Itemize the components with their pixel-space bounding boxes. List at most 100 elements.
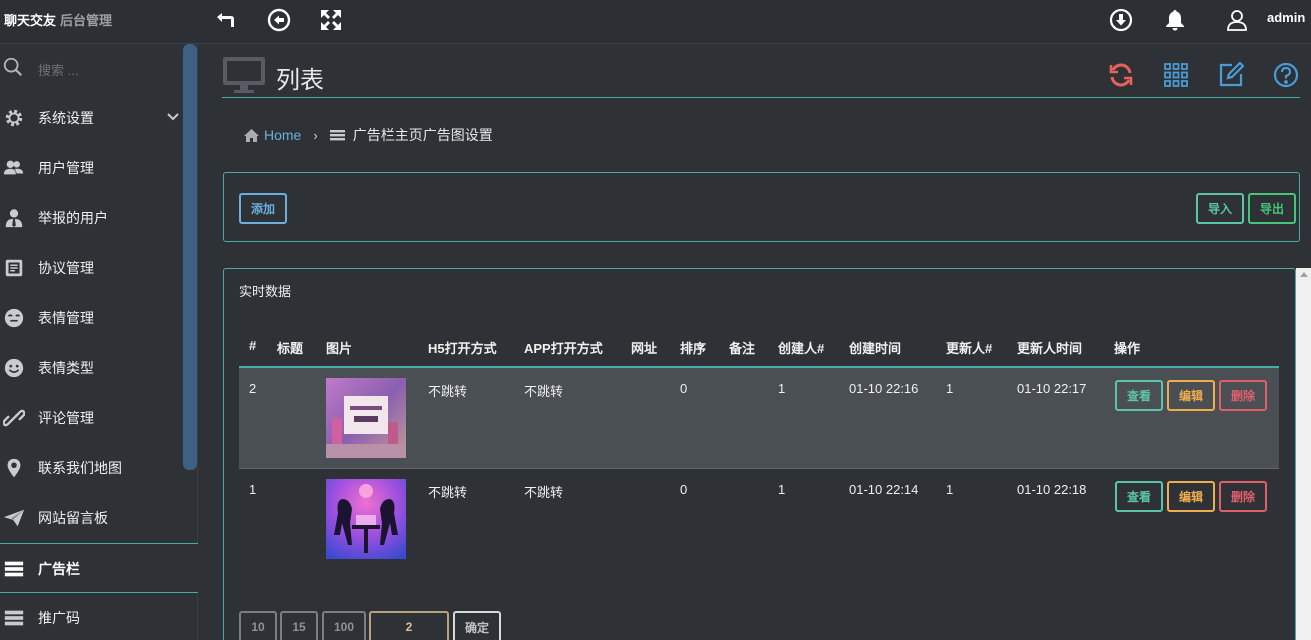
view-button[interactable]: 查看 xyxy=(1115,481,1163,512)
emoji-type-icon xyxy=(1,355,27,381)
top-bar: 聊天交友 后台管理 admin xyxy=(0,0,1311,44)
cell-h5-open: 不跳转 xyxy=(428,485,468,500)
sidebar-scrollbar[interactable] xyxy=(183,44,197,470)
page-size-100[interactable]: 100 xyxy=(322,611,366,640)
back-arrow-icon[interactable] xyxy=(210,5,240,35)
sidebar-item-label: 用户管理 xyxy=(38,160,94,176)
column-header[interactable]: 创建时间 xyxy=(849,338,901,357)
sidebar-item-label: 协议管理 xyxy=(38,260,94,276)
grid-icon[interactable] xyxy=(1163,62,1193,92)
scroll-up-arrow-icon[interactable] xyxy=(1300,272,1308,277)
column-header[interactable]: 网址 xyxy=(631,338,657,357)
sidebar: 搜索 ... 系统设置 用户管理 举报的用户 协议管理 表情管理 表情类型 评论… xyxy=(0,44,198,640)
sidebar-item-system-settings[interactable]: 系统设置 xyxy=(0,93,182,143)
user-tie-icon xyxy=(1,205,27,231)
breadcrumb: Home › 广告栏主页广告图设置 xyxy=(243,125,493,145)
page-number-input[interactable]: 2 xyxy=(369,611,449,640)
brand: 聊天交友 后台管理 xyxy=(4,10,112,29)
sidebar-item-promo-code[interactable]: 推广码 xyxy=(0,593,182,640)
sidebar-item-label: 系统设置 xyxy=(38,110,94,126)
breadcrumb-arrow: › xyxy=(313,127,318,143)
list-icon xyxy=(1,556,27,582)
circle-back-icon[interactable] xyxy=(264,5,294,35)
download-icon[interactable] xyxy=(1106,5,1136,35)
refresh-icon[interactable] xyxy=(1108,62,1138,92)
cell-id: 2 xyxy=(249,381,257,396)
user-icon[interactable] xyxy=(1222,5,1252,35)
search-icon xyxy=(3,57,23,77)
paper-plane-icon xyxy=(1,505,27,531)
column-header[interactable]: 更新人# xyxy=(946,338,992,357)
cell-updated-time: 01-10 22:18 xyxy=(1017,482,1087,497)
cell-h5-open: 不跳转 xyxy=(428,384,468,399)
page-scrollbar[interactable] xyxy=(1296,268,1311,640)
cell-created-time: 01-10 22:16 xyxy=(849,381,919,396)
view-button[interactable]: 查看 xyxy=(1115,380,1163,411)
page-size-15[interactable]: 15 xyxy=(280,611,318,640)
delete-button[interactable]: 删除 xyxy=(1219,380,1267,411)
breadcrumb-home-link[interactable]: Home xyxy=(264,127,301,143)
bell-icon[interactable] xyxy=(1160,5,1190,35)
sidebar-item-user-management[interactable]: 用户管理 xyxy=(0,143,182,193)
page-size-10[interactable]: 10 xyxy=(239,611,277,640)
cell-sort: 0 xyxy=(680,482,688,497)
sidebar-item-emoji-management[interactable]: 表情管理 xyxy=(0,293,182,343)
sidebar-item-label: 表情管理 xyxy=(38,310,94,326)
column-header[interactable]: 创建人# xyxy=(778,338,824,357)
sidebar-item-contact-map[interactable]: 联系我们地图 xyxy=(0,443,182,493)
breadcrumb-current: 广告栏主页广告图设置 xyxy=(352,127,493,143)
search-box[interactable]: 搜索 ... xyxy=(0,44,198,92)
cell-app-open: 不跳转 xyxy=(524,384,564,399)
cell-updater: 1 xyxy=(946,381,954,396)
column-header[interactable]: 图片 xyxy=(326,338,352,357)
ad-image-thumbnail[interactable] xyxy=(326,378,406,458)
column-header: 操作 xyxy=(1114,341,1141,356)
column-header[interactable]: 标题 xyxy=(277,338,303,357)
column-header[interactable]: 更新人时间 xyxy=(1017,338,1082,357)
sidebar-item-label: 联系我们地图 xyxy=(38,460,122,476)
sidebar-item-emoji-types[interactable]: 表情类型 xyxy=(0,343,182,393)
add-button[interactable]: 添加 xyxy=(239,193,287,224)
sidebar-item-label: 评论管理 xyxy=(38,410,94,426)
edit-button[interactable]: 编辑 xyxy=(1167,380,1215,411)
delete-button[interactable]: 删除 xyxy=(1219,481,1267,512)
sidebar-item-reported-users[interactable]: 举报的用户 xyxy=(0,193,182,243)
column-header[interactable]: APP打开方式 xyxy=(524,338,603,357)
map-marker-icon xyxy=(1,455,27,481)
fullscreen-icon[interactable] xyxy=(316,5,346,35)
cell-sort: 0 xyxy=(680,381,688,396)
sidebar-item-ad-bar[interactable]: 广告栏 xyxy=(0,544,198,594)
panel-title: 实时数据 xyxy=(239,284,292,299)
ad-image-thumbnail[interactable] xyxy=(326,479,406,559)
search-input[interactable]: 搜索 ... xyxy=(38,60,78,79)
list-icon xyxy=(1,605,27,631)
import-button[interactable]: 导入 xyxy=(1196,193,1244,224)
list-icon xyxy=(329,130,345,141)
column-header[interactable]: 备注 xyxy=(729,338,755,357)
title-divider xyxy=(222,97,1300,98)
column-header[interactable]: # xyxy=(249,338,256,353)
cell-created-time: 01-10 22:14 xyxy=(849,482,919,497)
page-title: 列表 xyxy=(276,67,324,94)
cell-app-open: 不跳转 xyxy=(524,485,564,500)
export-button[interactable]: 导出 xyxy=(1248,193,1296,224)
document-icon xyxy=(1,255,27,281)
sidebar-item-label: 推广码 xyxy=(38,610,80,626)
cell-creator: 1 xyxy=(778,482,786,497)
cell-id: 1 xyxy=(249,482,257,497)
link-icon xyxy=(1,405,27,431)
column-header[interactable]: 排序 xyxy=(680,338,706,357)
brand-name: 聊天交友 xyxy=(4,13,57,28)
toolbar-panel xyxy=(223,172,1300,242)
column-header[interactable]: H5打开方式 xyxy=(428,338,497,357)
sidebar-item-message-board[interactable]: 网站留言板 xyxy=(0,493,182,543)
page-confirm-button[interactable]: 确定 xyxy=(453,611,501,640)
edit-icon[interactable] xyxy=(1218,61,1248,92)
sidebar-item-agreements[interactable]: 协议管理 xyxy=(0,243,182,293)
help-icon[interactable] xyxy=(1273,62,1303,92)
edit-button[interactable]: 编辑 xyxy=(1167,481,1215,512)
sidebar-item-label: 举报的用户 xyxy=(38,210,108,226)
cell-updater: 1 xyxy=(946,482,954,497)
sidebar-item-comments[interactable]: 评论管理 xyxy=(0,393,182,443)
username[interactable]: admin xyxy=(1267,10,1305,25)
